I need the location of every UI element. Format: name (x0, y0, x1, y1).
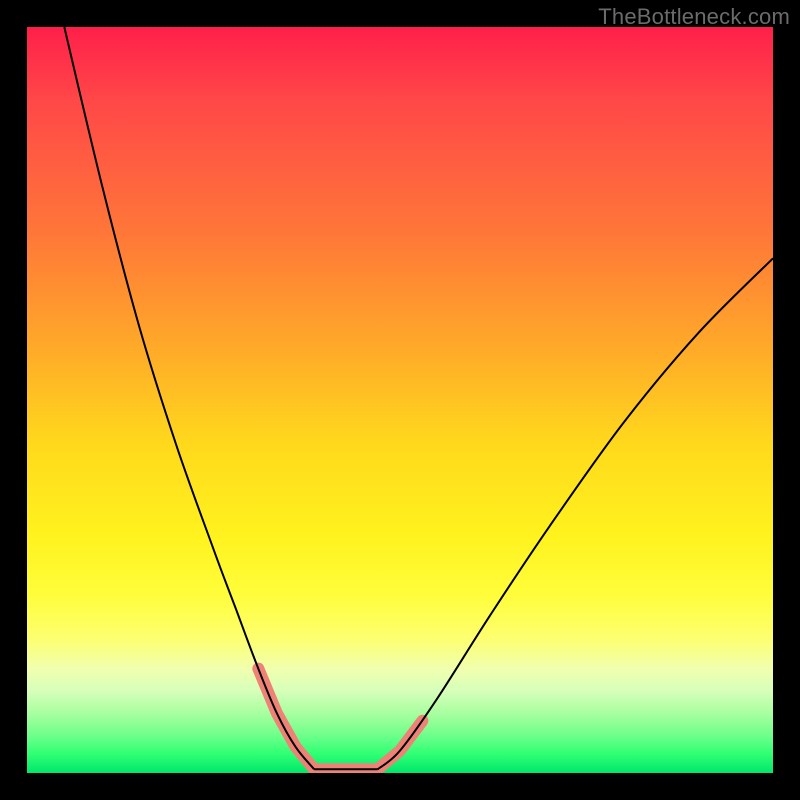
right-curve-path (378, 258, 773, 769)
marker-right-path (378, 721, 423, 770)
chart-svg (27, 27, 773, 773)
chart-frame: TheBottleneck.com (0, 0, 800, 800)
left-curve-path (64, 27, 314, 769)
marker-left-path (258, 669, 314, 770)
watermark-text: TheBottleneck.com (598, 4, 790, 30)
chart-plot-area (27, 27, 773, 773)
